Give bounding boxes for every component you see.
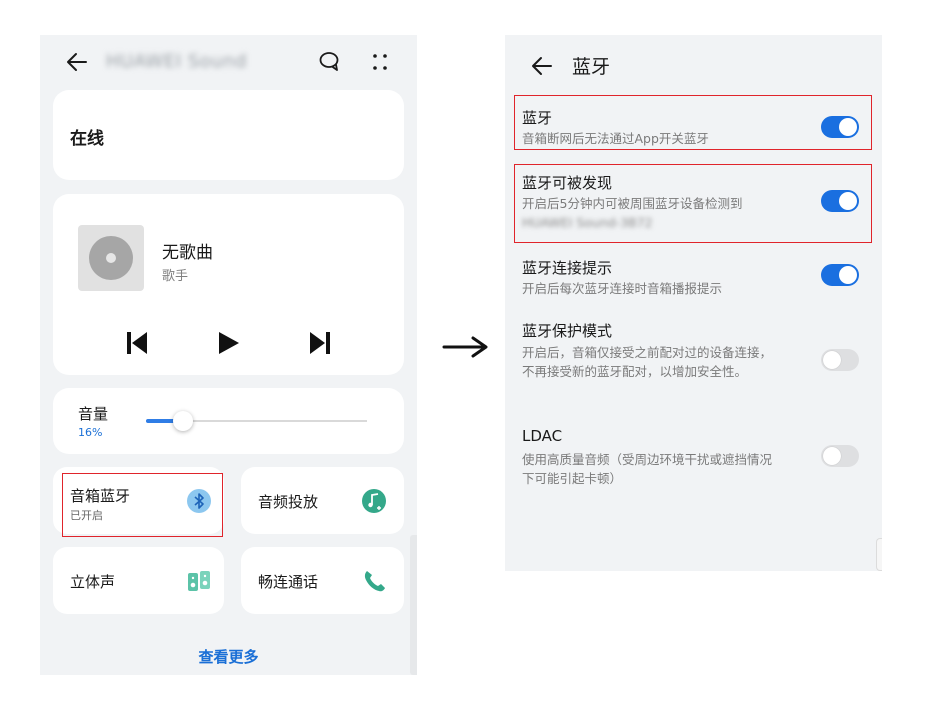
highlight-box-speaker-bluetooth xyxy=(62,473,223,537)
volume-label: 音量 xyxy=(78,405,109,423)
music-cast-icon xyxy=(362,489,386,513)
song-title: 无歌曲 xyxy=(162,243,213,263)
audio-cast-tile[interactable]: 音频投放 xyxy=(241,467,404,534)
volume-slider[interactable] xyxy=(146,411,367,431)
continuous-call-tile[interactable]: 畅连通话 xyxy=(241,547,404,614)
highlight-box-bluetooth xyxy=(514,95,872,150)
ldac-toggle[interactable] xyxy=(821,445,859,467)
see-more-link[interactable]: 查看更多 xyxy=(40,646,417,667)
setting-description: 开启后，音箱仅接受之前配对过的设备连接，不再接受新的蓝牙配对，以增加安全性。 xyxy=(522,345,773,379)
setting-title: 蓝牙保护模式 xyxy=(522,322,613,340)
volume-card: 音量 16% xyxy=(53,388,404,454)
volume-slider-thumb[interactable] xyxy=(173,411,193,431)
tile-label: 畅连通话 xyxy=(258,573,319,591)
edge-scroll-handle xyxy=(876,538,882,571)
more-options-icon[interactable] xyxy=(367,49,393,75)
setting-title: 蓝牙连接提示 xyxy=(522,259,613,277)
setting-title: LDAC xyxy=(522,427,563,445)
tile-label: 立体声 xyxy=(70,573,116,591)
back-arrow-icon[interactable] xyxy=(64,49,90,75)
device-name-title: HUAWEI Sound xyxy=(106,51,247,72)
previous-track-icon[interactable] xyxy=(123,329,151,357)
top-app-bar: HUAWEI Sound xyxy=(40,35,417,87)
protection-mode-toggle[interactable] xyxy=(821,349,859,371)
connection-prompt-toggle[interactable] xyxy=(821,264,859,286)
play-icon[interactable] xyxy=(214,329,242,357)
setting-description: 使用高质量音频（受周边环境干扰或遮挡情况下可能引起卡顿） xyxy=(522,452,773,486)
flow-arrow-icon xyxy=(442,336,488,358)
tile-label: 音频投放 xyxy=(258,493,319,511)
status-card: 在线 xyxy=(53,90,404,180)
volume-percent: 16% xyxy=(78,426,103,439)
stereo-speakers-icon xyxy=(188,571,210,591)
sound-app-home-screen: HUAWEI Sound 在线 无歌曲 歌手 音量 16% 音箱蓝牙 已开启 音… xyxy=(40,35,417,675)
stereo-tile[interactable]: 立体声 xyxy=(53,547,224,614)
artist-name: 歌手 xyxy=(162,269,189,284)
online-status: 在线 xyxy=(70,129,104,149)
chat-bubble-icon[interactable] xyxy=(317,49,343,75)
highlight-box-discoverable xyxy=(514,164,872,243)
music-player-card: 无歌曲 歌手 xyxy=(53,194,404,375)
back-arrow-icon[interactable] xyxy=(529,53,555,79)
setting-description: 开启后每次蓝牙连接时音箱播报提示 xyxy=(522,281,723,296)
next-track-icon[interactable] xyxy=(306,329,334,357)
page-title: 蓝牙 xyxy=(572,56,611,78)
album-art xyxy=(78,225,144,291)
phone-icon xyxy=(364,571,385,592)
